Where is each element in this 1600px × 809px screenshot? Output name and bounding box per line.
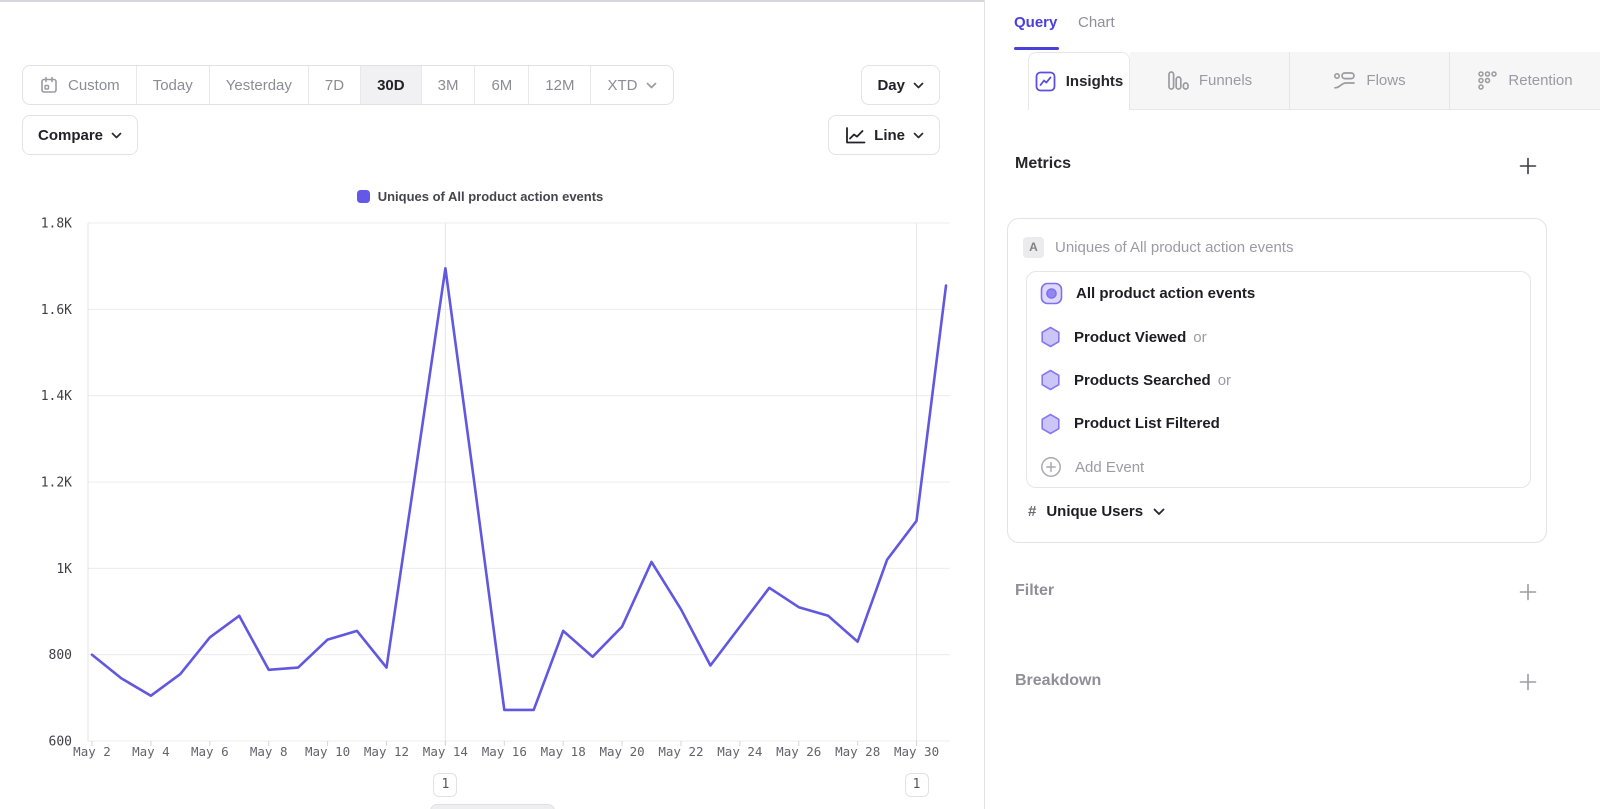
- metric-summary: Uniques of All product action events: [1055, 239, 1293, 256]
- y-axis-tick-label: 600: [49, 735, 72, 750]
- date-range-xtd[interactable]: XTD: [590, 66, 673, 104]
- date-range-30d[interactable]: 30D: [360, 66, 421, 104]
- x-axis-tick-label: May 24: [717, 744, 762, 759]
- compare-dropdown[interactable]: Compare: [22, 115, 138, 155]
- add-event-button[interactable]: Add Event: [1027, 446, 1530, 488]
- aggregation-dropdown[interactable]: # Unique Users: [1028, 503, 1165, 520]
- x-axis-tick-label: May 26: [776, 744, 821, 759]
- number-icon: #: [1028, 503, 1036, 520]
- tab-spacer: [985, 52, 1028, 110]
- date-range-yesterday[interactable]: Yesterday: [209, 66, 308, 104]
- y-axis-tick-label: 1.4K: [41, 389, 72, 404]
- add-metric-button[interactable]: [1519, 157, 1537, 175]
- chevron-down-icon: [913, 82, 924, 89]
- y-axis-tick-label: 1K: [56, 562, 72, 577]
- calendar-icon: [39, 75, 59, 95]
- chevron-down-icon: [111, 132, 122, 139]
- add-filter-button[interactable]: [1519, 583, 1537, 601]
- filter-section-title: Filter: [1015, 582, 1054, 600]
- event-list-card: All product action events Product Viewed…: [1026, 271, 1531, 488]
- metrics-section-title: Metrics: [1015, 155, 1071, 173]
- date-range-custom[interactable]: Custom: [23, 66, 136, 104]
- x-axis-tick-label: May 18: [541, 744, 586, 759]
- x-axis-tick-label: May 2: [73, 744, 111, 759]
- retention-icon: [1477, 70, 1498, 91]
- chart-panel: Custom Today Yesterday 7D 30D 3M 6M 12M …: [0, 0, 984, 809]
- zoom-control-bar[interactable]: [430, 804, 555, 809]
- x-axis-tick-label: May 14: [423, 744, 468, 759]
- flows-icon: [1333, 71, 1356, 91]
- panel-top-border: [0, 0, 984, 2]
- event-name: Products Searched: [1074, 372, 1211, 389]
- y-axis-tick-label: 1.6K: [41, 303, 72, 318]
- chevron-down-icon: [913, 132, 924, 139]
- line-chart[interactable]: 600 800 1K 1.2K 1.4K 1.6K 1.8K May 2 May 4 May 6 M…: [0, 209, 960, 765]
- tab-chart[interactable]: Chart: [1078, 14, 1115, 31]
- x-axis-tick-label: May 6: [191, 744, 229, 759]
- insights-report-page: Custom Today Yesterday 7D 30D 3M 6M 12M …: [0, 0, 1600, 809]
- series-line[interactable]: [92, 268, 946, 710]
- x-axis-tick-label: May 10: [305, 744, 350, 759]
- metric-letter-badge: A: [1023, 237, 1044, 258]
- legend-swatch: [357, 190, 370, 203]
- funnels-icon: [1167, 70, 1189, 91]
- metric-header[interactable]: A Uniques of All product action events: [1023, 237, 1293, 258]
- date-range-today[interactable]: Today: [136, 66, 209, 104]
- x-axis-tick-label: May 16: [482, 744, 527, 759]
- chart-type-dropdown[interactable]: Line: [828, 115, 940, 155]
- active-tab-underline: [1014, 47, 1059, 50]
- y-axis-tick-label: 1.2K: [41, 476, 72, 491]
- report-type-tabs: Insights Funnels Flows: [985, 52, 1600, 110]
- x-axis-tick-label: May 12: [364, 744, 409, 759]
- tab-flows[interactable]: Flows: [1290, 52, 1450, 110]
- event-hexagon-icon: [1040, 326, 1061, 348]
- date-range-12m[interactable]: 12M: [528, 66, 590, 104]
- tab-retention[interactable]: Retention: [1450, 52, 1600, 110]
- event-name: Product List Filtered: [1074, 415, 1220, 432]
- event-name: All product action events: [1076, 285, 1255, 302]
- breakdown-section-title: Breakdown: [1015, 672, 1101, 690]
- query-panel: Query Chart Insights Funnels: [985, 0, 1600, 809]
- x-axis-tick-label: May 22: [658, 744, 703, 759]
- line-chart-icon: [844, 126, 866, 145]
- custom-event-icon: [1040, 282, 1063, 305]
- date-range-label: Custom: [68, 77, 120, 94]
- date-range-3m[interactable]: 3M: [421, 66, 475, 104]
- x-axis-tick-label: May 4: [132, 744, 170, 759]
- event-row-product-list-filtered[interactable]: Product List Filtered: [1027, 402, 1530, 445]
- date-range-6m[interactable]: 6M: [474, 66, 528, 104]
- event-operator: or: [1218, 372, 1231, 389]
- tab-insights[interactable]: Insights: [1028, 52, 1130, 110]
- add-event-label: Add Event: [1075, 459, 1144, 476]
- x-axis-tick-label: May 28: [835, 744, 880, 759]
- y-axis-tick-label: 1.8K: [41, 217, 72, 232]
- interval-dropdown[interactable]: Day: [861, 65, 940, 105]
- x-axis-tick-label: May 8: [250, 744, 288, 759]
- event-hexagon-icon: [1040, 413, 1061, 435]
- add-circle-icon: [1040, 456, 1062, 478]
- chart-legend: Uniques of All product action events: [0, 189, 960, 204]
- tab-query[interactable]: Query: [1014, 14, 1057, 31]
- insights-icon: [1035, 71, 1056, 92]
- metric-card: A Uniques of All product action events A…: [1007, 218, 1547, 543]
- date-range-7d[interactable]: 7D: [308, 66, 360, 104]
- event-hexagon-icon: [1040, 369, 1061, 391]
- tab-funnels[interactable]: Funnels: [1130, 52, 1290, 110]
- event-row-all-product-action-events[interactable]: All product action events: [1027, 272, 1530, 315]
- event-row-products-searched[interactable]: Products Searched or: [1027, 359, 1530, 402]
- chevron-down-icon: [646, 82, 657, 89]
- annotation-chip[interactable]: 1: [905, 773, 929, 797]
- date-range-picker: Custom Today Yesterday 7D 30D 3M 6M 12M …: [22, 65, 674, 105]
- x-axis-tick-label: May 30: [894, 744, 939, 759]
- chevron-down-icon: [1153, 508, 1165, 516]
- event-operator: or: [1193, 329, 1206, 346]
- annotation-chip[interactable]: 1: [433, 773, 457, 797]
- event-name: Product Viewed: [1074, 329, 1186, 346]
- legend-label: Uniques of All product action events: [378, 189, 604, 204]
- x-axis-tick-label: May 20: [599, 744, 644, 759]
- aggregation-label: Unique Users: [1046, 503, 1143, 520]
- event-row-product-viewed[interactable]: Product Viewed or: [1027, 315, 1530, 358]
- y-axis-tick-label: 800: [49, 648, 72, 663]
- add-breakdown-button[interactable]: [1519, 673, 1537, 691]
